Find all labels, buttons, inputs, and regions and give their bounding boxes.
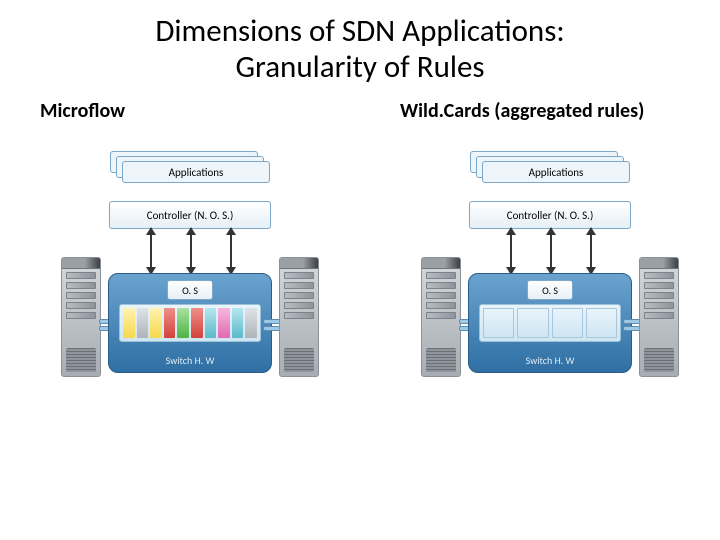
flow-entry xyxy=(137,308,149,338)
switch-hw-label: Switch H. W xyxy=(166,354,215,367)
arrows-controller-switch xyxy=(470,229,630,273)
app-window-label: Applications xyxy=(482,161,630,183)
applications-stack: Applications xyxy=(110,151,270,185)
flow-entry xyxy=(150,308,162,338)
flow-entry xyxy=(191,308,203,338)
server-icon xyxy=(279,257,319,377)
arrows-controller-switch xyxy=(110,229,270,273)
switch-box: O. S Switch H. W xyxy=(108,273,272,373)
flow-entry xyxy=(245,308,257,338)
controller-box: Controller (N. O. S.) xyxy=(109,201,271,229)
title-line-1: Dimensions of SDN Applications: xyxy=(0,14,720,50)
os-badge: O. S xyxy=(167,280,213,300)
flow-entry xyxy=(586,308,617,338)
double-arrow-icon xyxy=(550,231,552,271)
flow-entry xyxy=(232,308,244,338)
controller-box: Controller (N. O. S.) xyxy=(469,201,631,229)
double-arrow-icon xyxy=(150,231,152,271)
server-icon xyxy=(639,257,679,377)
double-arrow-icon xyxy=(590,231,592,271)
double-arrow-icon xyxy=(190,231,192,271)
heading-microflow: Microflow xyxy=(40,99,340,123)
heading-wildcards: Wild.Cards (aggregated rules) xyxy=(400,99,700,123)
double-arrow-icon xyxy=(230,231,232,271)
columns: Microflow Applications Controller (N. O.… xyxy=(0,99,720,373)
os-badge: O. S xyxy=(527,280,573,300)
app-window-label: Applications xyxy=(122,161,270,183)
flow-entry xyxy=(164,308,176,338)
switch-assembly: O. S Switch H. W xyxy=(425,273,675,373)
flow-entry xyxy=(483,308,514,338)
switch-assembly: O. S Switch H. W xyxy=(65,273,315,373)
flow-entry xyxy=(552,308,583,338)
server-icon xyxy=(61,257,101,377)
flow-entry xyxy=(123,308,135,338)
flow-table-wildcards xyxy=(479,304,621,342)
flow-table-microflow xyxy=(119,304,261,342)
switch-box: O. S Switch H. W xyxy=(468,273,632,373)
title-line-2: Granularity of Rules xyxy=(0,50,720,86)
switch-hw-label: Switch H. W xyxy=(526,354,575,367)
column-microflow: Microflow Applications Controller (N. O.… xyxy=(0,99,360,373)
server-icon xyxy=(421,257,461,377)
page-title: Dimensions of SDN Applications: Granular… xyxy=(0,0,720,85)
flow-entry xyxy=(218,308,230,338)
column-wildcards: Wild.Cards (aggregated rules) Applicatio… xyxy=(360,99,720,373)
flow-entry xyxy=(205,308,217,338)
applications-stack: Applications xyxy=(470,151,630,185)
flow-entry xyxy=(517,308,548,338)
double-arrow-icon xyxy=(510,231,512,271)
flow-entry xyxy=(177,308,189,338)
